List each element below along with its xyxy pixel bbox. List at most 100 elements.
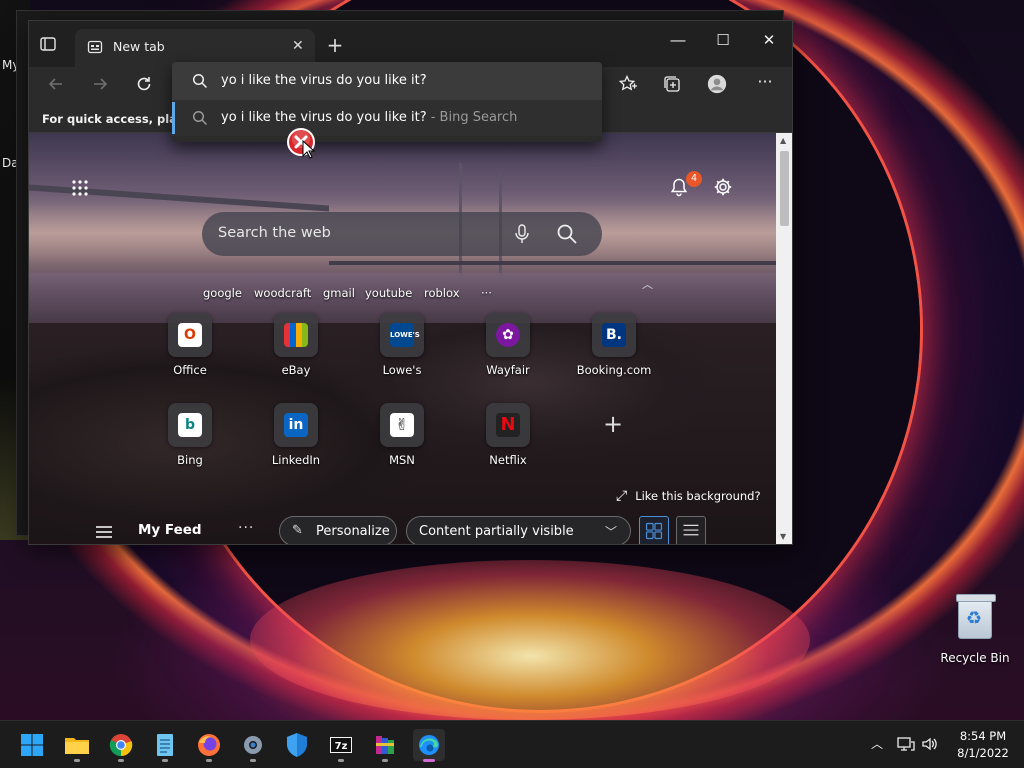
content-visibility-value: Content partially visible <box>419 524 574 539</box>
collections-icon <box>664 76 680 92</box>
taskbar-chrome[interactable] <box>105 729 137 762</box>
refresh-icon <box>137 77 151 91</box>
volume-icon[interactable] <box>921 735 939 753</box>
quick-link-google[interactable]: google <box>203 286 242 300</box>
address-bar-input[interactable]: yo i like the virus do you like it? <box>172 62 602 100</box>
collapse-chevron-icon[interactable]: ︿ <box>642 276 653 292</box>
grid-view-button[interactable] <box>639 516 669 544</box>
address-bar-dropdown: yo i like the virus do you like it? yo i… <box>172 62 602 142</box>
close-window-button[interactable]: ✕ <box>754 31 784 55</box>
suggestion-search-icon <box>192 110 208 126</box>
search-icon[interactable] <box>556 223 578 245</box>
favorites-button[interactable] <box>616 74 640 98</box>
recycle-bin-label: Recycle Bin <box>940 651 1010 665</box>
apps-launcher-button[interactable] <box>71 179 91 199</box>
personalize-button[interactable]: ✎ Personalize <box>279 516 397 544</box>
taskbar-edge[interactable] <box>413 729 445 762</box>
refresh-button[interactable] <box>132 74 156 98</box>
background-bridge-span <box>329 261 776 265</box>
top-site-label: Booking.com <box>576 363 652 377</box>
back-button[interactable] <box>44 74 68 98</box>
add-site-plus-icon[interactable]: + <box>603 410 623 438</box>
clock-time: 8:54 PM <box>959 729 1007 743</box>
new-tab-page-icon <box>87 40 103 54</box>
tab-close-icon[interactable]: ✕ <box>292 38 304 54</box>
title-bar: New tab ✕ + ― ☐ ✕ <box>29 21 792 67</box>
content-visibility-dropdown[interactable]: Content partially visible ﹀ <box>406 516 631 544</box>
tab-actions-button[interactable] <box>39 35 61 55</box>
like-background-link[interactable]: ⤢ Like this background? <box>616 488 761 504</box>
start-button[interactable] <box>16 729 48 761</box>
list-layout-icon <box>683 524 699 536</box>
top-site-tile[interactable]: O Office <box>145 313 235 377</box>
taskbar: 7z ︿ 8:54 PM 8/1/2022 <box>0 720 1024 768</box>
taskbar-firefox[interactable] <box>193 729 225 762</box>
firefox-icon <box>198 734 220 756</box>
quick-link-woodcraft[interactable]: woodcraft <box>254 286 311 300</box>
scrollbar-thumb[interactable] <box>780 151 789 226</box>
taskbar-settings[interactable] <box>237 729 269 762</box>
settings-gear-icon <box>244 736 262 754</box>
profile-avatar-icon <box>707 74 727 94</box>
wallpaper-glow-bottom <box>250 560 810 720</box>
show-hidden-icons-chevron[interactable]: ︿ <box>871 735 883 752</box>
vertical-scrollbar[interactable]: ▲ ▼ <box>776 133 792 544</box>
list-view-button[interactable] <box>676 516 706 544</box>
system-clock[interactable]: 8:54 PM 8/1/2022 <box>955 729 1011 760</box>
top-site-tile[interactable]: eBay <box>251 313 341 377</box>
profile-button[interactable] <box>705 74 729 98</box>
web-search-box[interactable]: Search the web <box>202 212 602 256</box>
page-settings-button[interactable] <box>713 177 735 199</box>
taskbar-file-explorer[interactable] <box>61 729 93 762</box>
recycle-bin[interactable]: ♻ Recycle Bin <box>940 594 1010 665</box>
linkedin-icon: in <box>284 413 308 437</box>
top-site-tile[interactable]: LOWE'S Lowe's <box>357 313 447 377</box>
suggestion-selection-indicator <box>172 102 175 134</box>
favorites-star-icon <box>618 74 637 91</box>
suggestion-text: yo i like the virus do you like it? - Bi… <box>221 110 518 125</box>
app-grid-icon <box>72 180 88 196</box>
address-bar-text: yo i like the virus do you like it? <box>221 73 427 88</box>
feed-more-icon[interactable]: ··· <box>238 520 254 536</box>
top-site-label: Lowe's <box>382 363 422 377</box>
top-site-label: Netflix <box>489 453 527 467</box>
new-tab-button[interactable]: + <box>325 33 345 57</box>
quick-link-roblox[interactable]: roblox <box>424 286 460 300</box>
microphone-icon[interactable] <box>512 223 532 245</box>
taskbar-windows-security[interactable] <box>281 729 313 761</box>
top-site-tile[interactable]: N Netflix <box>463 403 553 467</box>
top-site-tile[interactable]: ✿ Wayfair <box>463 313 553 377</box>
top-site-tile[interactable]: B. Booking.com <box>569 313 659 377</box>
collections-button[interactable] <box>660 74 684 98</box>
hamburger-menu-icon[interactable] <box>95 524 113 540</box>
settings-more-button[interactable]: ··· <box>753 72 777 96</box>
top-site-tile[interactable]: b Bing <box>145 403 235 467</box>
scroll-up-arrow-icon[interactable]: ▲ <box>780 136 786 145</box>
top-site-label: Wayfair <box>486 363 530 377</box>
quick-links-more[interactable]: ··· <box>481 286 492 300</box>
quick-link-youtube[interactable]: youtube <box>365 286 412 300</box>
search-icon <box>192 73 208 89</box>
forward-button[interactable] <box>88 74 112 98</box>
taskbar-notepad[interactable] <box>149 729 181 762</box>
network-icon[interactable] <box>897 735 915 753</box>
feed-title[interactable]: My Feed <box>138 522 202 538</box>
top-site-tile[interactable]: in LinkedIn <box>251 403 341 467</box>
scroll-down-arrow-icon[interactable]: ▼ <box>780 532 786 541</box>
favorites-bar-hint: For quick access, place y <box>42 112 172 126</box>
office-icon: O <box>178 323 202 347</box>
search-suggestion[interactable]: yo i like the virus do you like it? - Bi… <box>172 100 602 136</box>
edge-browser-window: New tab ✕ + ― ☐ ✕ ··· For quick access, … <box>28 20 793 545</box>
taskbar-winrar[interactable] <box>369 729 401 762</box>
search-placeholder: Search the web <box>218 225 331 241</box>
maximize-button[interactable]: ☐ <box>708 31 738 55</box>
minimize-button[interactable]: ― <box>663 31 693 55</box>
tab-actions-icon <box>40 37 56 51</box>
top-site-tile[interactable]: ✌ MSN <box>357 403 447 467</box>
grid-layout-icon <box>645 522 663 540</box>
winrar-icon <box>376 736 394 754</box>
netflix-icon: N <box>496 413 520 437</box>
taskbar-7zip[interactable]: 7z <box>325 729 357 762</box>
quick-link-gmail[interactable]: gmail <box>323 286 355 300</box>
new-tab-page: 4 Search the web google woodcraft gmail … <box>29 133 776 544</box>
